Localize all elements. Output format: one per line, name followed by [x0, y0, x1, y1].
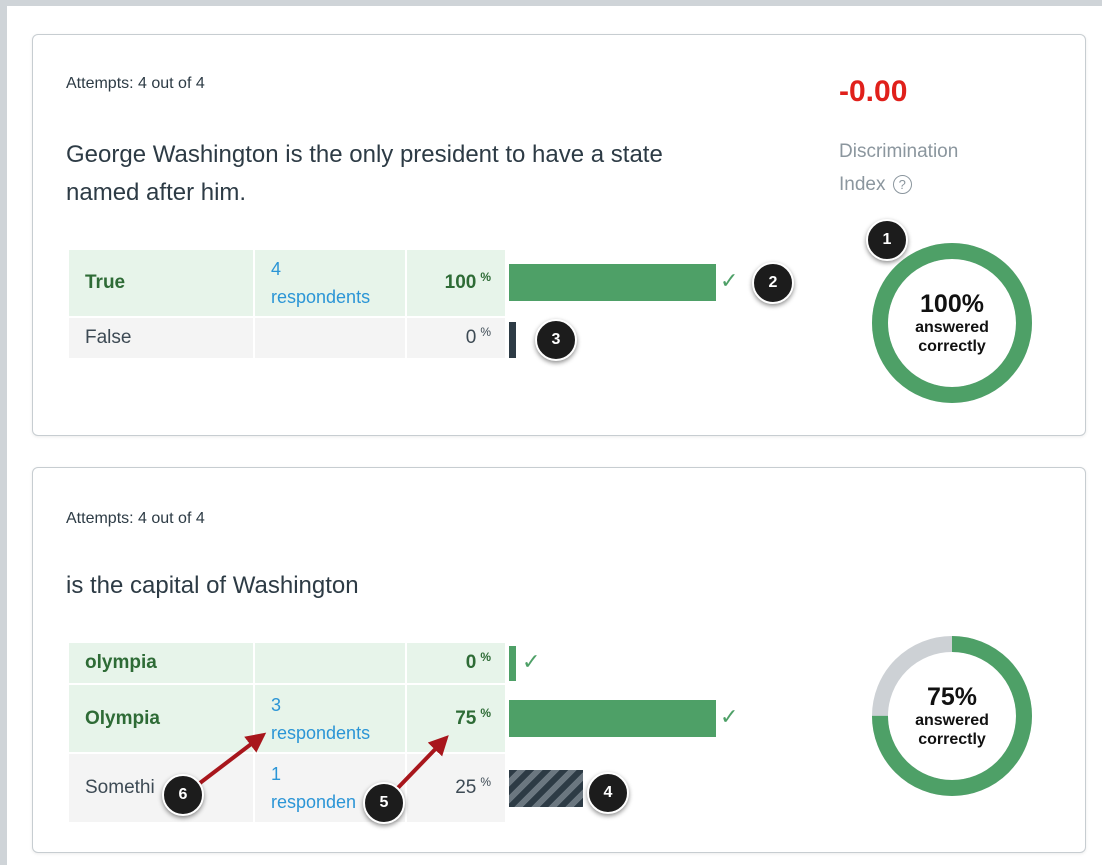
answer-percent: 0%	[407, 318, 505, 358]
discrimination-index-label: Discrimination Index ?	[839, 135, 958, 201]
donut-line1: answered	[915, 318, 989, 336]
callout-badge-3: 3	[535, 319, 577, 361]
donut-line1: answered	[915, 711, 989, 729]
donut-label: 100% answered correctly	[872, 243, 1032, 403]
window-frame-left	[0, 0, 7, 865]
answer-bar	[509, 264, 716, 301]
callout-badge-4: 4	[587, 772, 629, 814]
answer-percent: 25%	[407, 754, 505, 822]
callout-badge-6: 6	[162, 774, 204, 816]
respondents-word: respondents	[271, 722, 371, 743]
check-icon: ✓	[522, 649, 541, 674]
help-icon[interactable]: ?	[892, 175, 912, 195]
attempts-count: Attempts: 4 out of 4	[66, 510, 205, 527]
respondents-link	[255, 318, 405, 358]
attempts-count: Attempts: 4 out of 4	[66, 75, 205, 92]
donut-percent: 100%	[920, 289, 984, 318]
discrimination-label-index: Index	[839, 174, 886, 195]
respondents-count: 1	[271, 764, 282, 784]
donut-line2: correctly	[918, 730, 986, 748]
percent-sign: %	[480, 650, 491, 664]
percent-value: 25	[455, 777, 477, 798]
answer-bar	[509, 322, 516, 358]
answer-label: False	[69, 318, 253, 358]
answer-label: Olympia	[69, 685, 253, 752]
answer-bar	[509, 700, 716, 737]
answer-bar	[509, 646, 516, 681]
callout-badge-2: 2	[752, 262, 794, 304]
respondents-word: responden	[271, 792, 357, 812]
discrimination-label-line2: Index ?	[839, 168, 958, 201]
answer-label: olympia	[69, 643, 253, 683]
answer-percent: 0%	[407, 643, 505, 683]
percent-sign: %	[480, 325, 491, 339]
check-icon: ✓	[720, 704, 739, 729]
check-icon: ✓	[720, 268, 739, 293]
percent-value: 0	[465, 327, 477, 348]
donut-line2: correctly	[918, 337, 986, 355]
percent-value: 0	[465, 652, 477, 673]
donut-percent: 75%	[926, 682, 978, 711]
respondents-word: respondents	[271, 287, 371, 307]
answered-correctly-donut: 100% answered correctly	[872, 243, 1032, 403]
answer-bar	[509, 770, 583, 807]
answer-percent: 75%	[407, 685, 505, 752]
window-frame-top	[0, 0, 1102, 6]
donut-label: 75% answered correctly	[872, 636, 1032, 796]
respondents-link[interactable]: 4 respondents	[255, 250, 405, 316]
callout-badge-5: 5	[363, 782, 405, 824]
respondents-count: 3	[271, 694, 282, 715]
discrimination-index-value: -0.00	[839, 75, 908, 108]
question-text: George Washington is the only president …	[66, 141, 663, 206]
callout-badge-1: 1	[866, 219, 908, 261]
question-text: is the capital of Washington	[66, 572, 359, 599]
answer-label: True	[69, 250, 253, 316]
respondents-link[interactable]: 3 respondents	[255, 685, 405, 752]
answer-label: Somethi lse	[69, 754, 253, 822]
respondents-link	[255, 643, 405, 683]
question-card-1: Attempts: 4 out of 4 George Washington i…	[32, 34, 1086, 436]
discrimination-label-line1: Discrimination	[839, 141, 959, 162]
respondents-count: 4	[271, 259, 282, 279]
percent-sign: %	[480, 775, 491, 789]
answered-correctly-donut: 75% answered correctly	[872, 636, 1032, 796]
percent-value: 100	[444, 272, 477, 293]
percent-sign: %	[480, 705, 491, 720]
percent-value: 75	[455, 707, 477, 729]
percent-sign: %	[480, 270, 491, 284]
answer-percent: 100%	[407, 250, 505, 316]
